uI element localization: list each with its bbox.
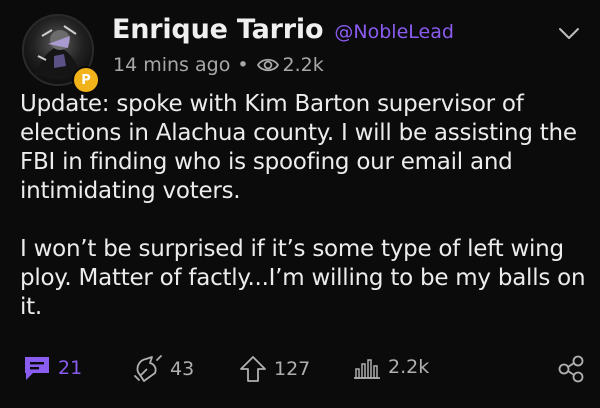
comment-count: 21 — [58, 357, 83, 379]
views-stat[interactable]: 2.2k — [352, 354, 429, 380]
post-view-count: 2.2k — [282, 54, 324, 76]
post-card: P Enrique Tarrio @NobleLead 14 mins ago … — [0, 0, 600, 408]
post-paragraph-1: Update: spoke with Kim Barton supervisor… — [20, 91, 577, 204]
eye-icon — [256, 56, 280, 74]
author-handle[interactable]: @NobleLead — [334, 21, 454, 43]
share-icon — [558, 355, 584, 383]
comment-icon — [25, 357, 49, 380]
post-paragraph-2: I won’t be surprised if it’s some type o… — [20, 236, 586, 320]
chevron-down-icon[interactable] — [558, 26, 580, 40]
bar-chart-icon — [354, 359, 380, 379]
author-display-name[interactable]: Enrique Tarrio — [112, 14, 323, 45]
view-count: 2.2k — [388, 356, 430, 378]
upvote-arrow-icon — [240, 356, 266, 382]
upvote-button[interactable]: 127 — [238, 354, 310, 384]
echo-button[interactable]: 43 — [132, 354, 194, 384]
meta-separator: • — [237, 54, 249, 76]
badge-letter: P — [81, 72, 91, 88]
post-meta: 14 mins ago • 2.2k — [113, 54, 324, 76]
author-name-row: Enrique Tarrio @NobleLead — [112, 14, 454, 45]
post-timestamp: 14 mins ago — [113, 54, 231, 76]
comment-button[interactable]: 21 — [22, 354, 82, 382]
share-button[interactable] — [556, 354, 586, 384]
post-body: Update: spoke with Kim Barton supervisor… — [20, 90, 590, 322]
avatar-container[interactable]: P — [22, 14, 100, 94]
echo-count: 43 — [170, 358, 195, 380]
echo-icon — [134, 355, 162, 382]
post-actions: 21 43 127 2.2k — [0, 350, 600, 390]
upvote-count: 127 — [274, 358, 311, 380]
